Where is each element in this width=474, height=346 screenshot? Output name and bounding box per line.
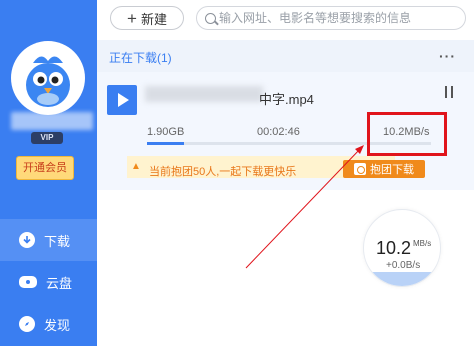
plus-icon: + — [127, 8, 137, 28]
speed-wave — [364, 272, 440, 286]
elapsed-time: 00:02:46 — [257, 126, 300, 138]
group-download-label: 抱团下载 — [370, 164, 414, 176]
compass-icon — [19, 316, 35, 332]
speed-highlight-box — [367, 112, 447, 156]
open-vip-button[interactable]: 开通会员 — [16, 156, 74, 180]
upload-speed: +0.0B/s — [386, 260, 421, 271]
speed-value: 10.2 — [376, 238, 412, 258]
sidebar-item-download[interactable]: 下载 — [0, 219, 97, 261]
search-input[interactable] — [219, 11, 449, 25]
play-icon[interactable] — [107, 85, 137, 115]
download-icon — [19, 232, 35, 248]
group-download-button[interactable]: 抱团下载 — [343, 160, 425, 178]
download-task[interactable]: 中字.mp4 1.90GB 00:02:46 10.2MB/s ▲ 当前抱团50… — [97, 72, 474, 190]
filename-blurred — [145, 86, 263, 102]
speed-unit: MB/s — [413, 239, 432, 248]
more-icon[interactable]: ··· — [439, 48, 456, 64]
new-task-button[interactable]: + 新建 — [110, 6, 184, 30]
pause-icon[interactable] — [445, 86, 453, 98]
tip-text: 当前抱团50人,一起下载更快乐 — [149, 166, 297, 178]
section-header: 正在下载(1) ··· — [97, 40, 474, 72]
cloud-icon — [19, 276, 37, 288]
avatar[interactable] — [11, 41, 85, 115]
username — [11, 112, 93, 130]
sidebar-item-label: 下载 — [44, 233, 71, 249]
sidebar-item-discover[interactable]: 发现 — [0, 303, 97, 345]
search-icon — [205, 13, 216, 24]
group-icon — [354, 163, 366, 175]
search-bar[interactable] — [196, 6, 466, 30]
sidebar-item-label: 发现 — [44, 317, 71, 333]
mascot-icon — [26, 56, 70, 107]
filename: 中字.mp4 — [259, 92, 314, 107]
file-size: 1.90GB — [147, 126, 185, 138]
download-panel: 正在下载(1) ··· 中字.mp4 1.90GB 00:02:46 10.2M… — [97, 40, 474, 346]
new-task-label: 新建 — [140, 11, 167, 27]
speed-monitor[interactable]: 10.2 MB/s +0.0B/s — [363, 209, 441, 287]
flame-icon: ▲ — [131, 161, 141, 172]
section-title: 正在下载(1) — [109, 51, 172, 65]
vip-badge: VIP — [31, 132, 63, 144]
sidebar-item-label: 云盘 — [46, 275, 73, 291]
sidebar: VIP 开通会员 下载 云盘 发现 — [0, 0, 97, 346]
progress-fill — [147, 142, 184, 145]
sidebar-item-cloud[interactable]: 云盘 — [0, 261, 97, 303]
